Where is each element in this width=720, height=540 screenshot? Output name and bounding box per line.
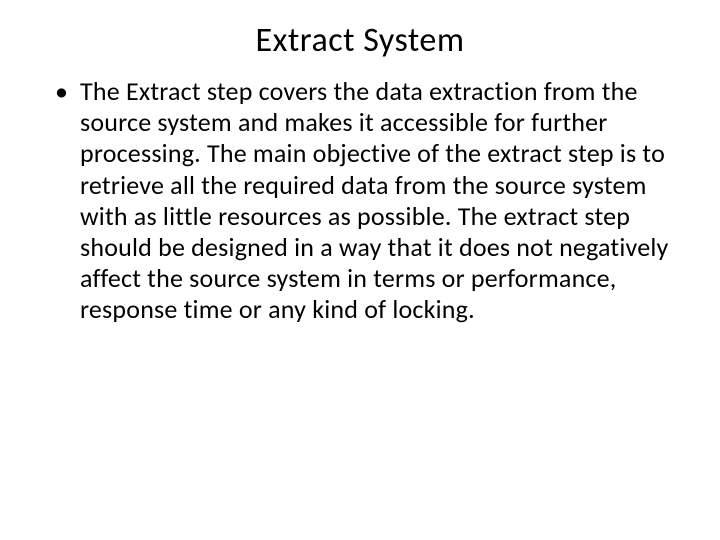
bullet-item: The Extract step covers the data extract… — [55, 76, 685, 326]
slide-title: Extract System — [35, 20, 685, 61]
bullet-list: The Extract step covers the data extract… — [35, 76, 685, 326]
